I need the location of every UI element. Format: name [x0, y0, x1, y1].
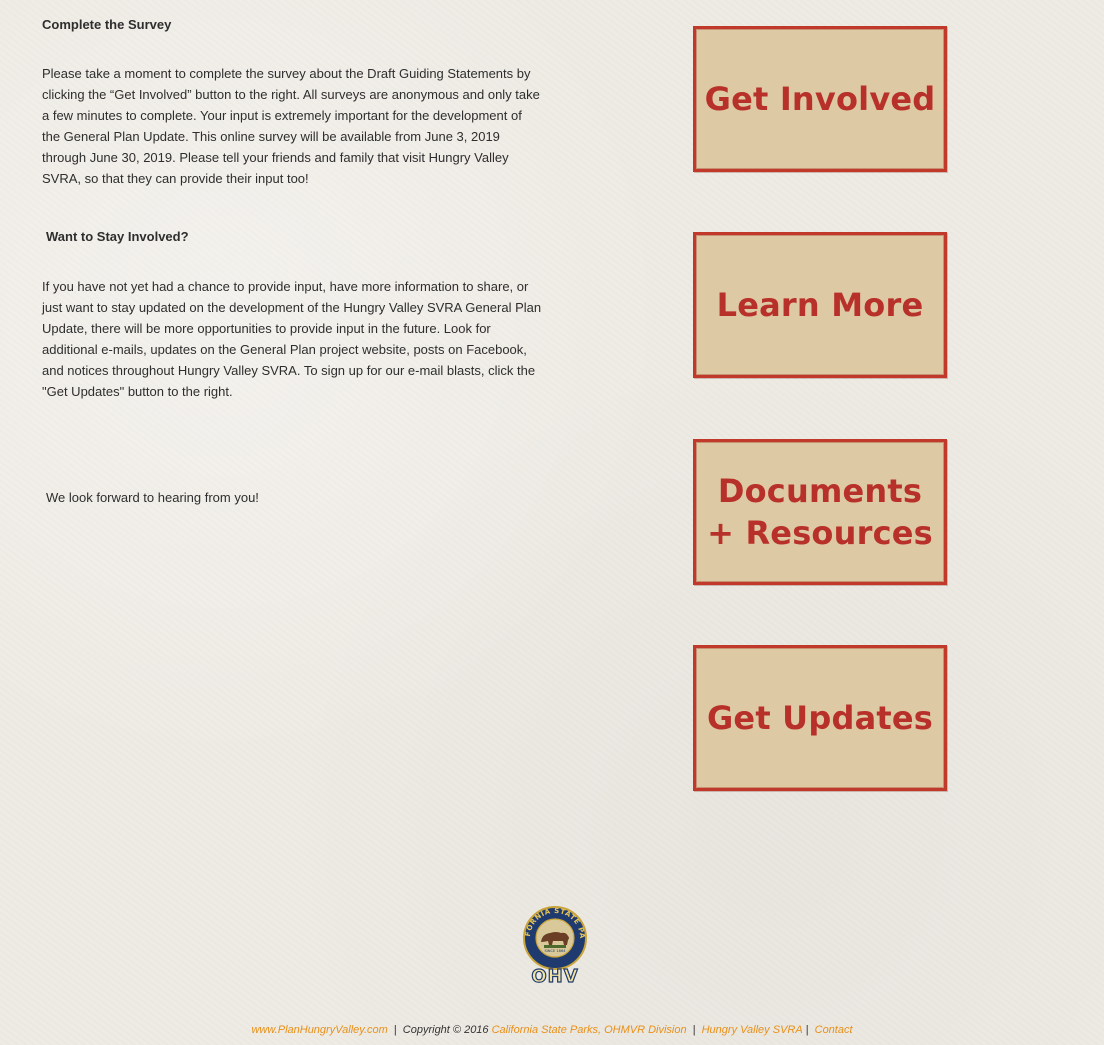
logo-center-text: SINCE 1864 — [544, 949, 566, 953]
documents-resources-button[interactable]: Documents + Resources — [693, 439, 947, 585]
ohv-state-parks-logo: CALIFORNIA STATE PARKS SINCE 1864 OHV — [517, 899, 590, 988]
footer-separator: | — [805, 1024, 809, 1036]
get-involved-button[interactable]: Get Involved — [693, 26, 947, 172]
get-involved-label: Get Involved — [704, 80, 936, 118]
footer-copyright: Copyright © 2016 — [402, 1024, 489, 1036]
survey-paragraph: Please take a moment to complete the sur… — [42, 66, 540, 186]
closing-message: We look forward to hearing from you! — [46, 490, 259, 505]
survey-heading: Complete the Survey — [42, 17, 172, 32]
documents-resources-label: Documents + Resources — [707, 472, 933, 552]
footer-agency-link[interactable]: California State Parks, OHMVR Division — [492, 1024, 687, 1036]
footer-svra-link[interactable]: Hungry Valley SVRA — [702, 1024, 803, 1036]
footer-separator: | — [692, 1024, 696, 1036]
footer-contact-link[interactable]: Contact — [815, 1024, 853, 1036]
learn-more-label: Learn More — [716, 286, 924, 324]
stay-involved-paragraph: If you have not yet had a chance to prov… — [42, 279, 542, 399]
get-updates-label: Get Updates — [706, 699, 934, 737]
get-updates-button[interactable]: Get Updates — [693, 645, 947, 791]
logo-wordmark: OHV — [531, 966, 578, 985]
learn-more-button[interactable]: Learn More — [693, 232, 947, 378]
footer-separator: | — [393, 1024, 397, 1036]
footer: www.PlanHungryValley.com | Copyright © 2… — [0, 1024, 1104, 1036]
stay-involved-heading: Want to Stay Involved? — [46, 229, 189, 244]
footer-site-link[interactable]: www.PlanHungryValley.com — [251, 1024, 387, 1036]
